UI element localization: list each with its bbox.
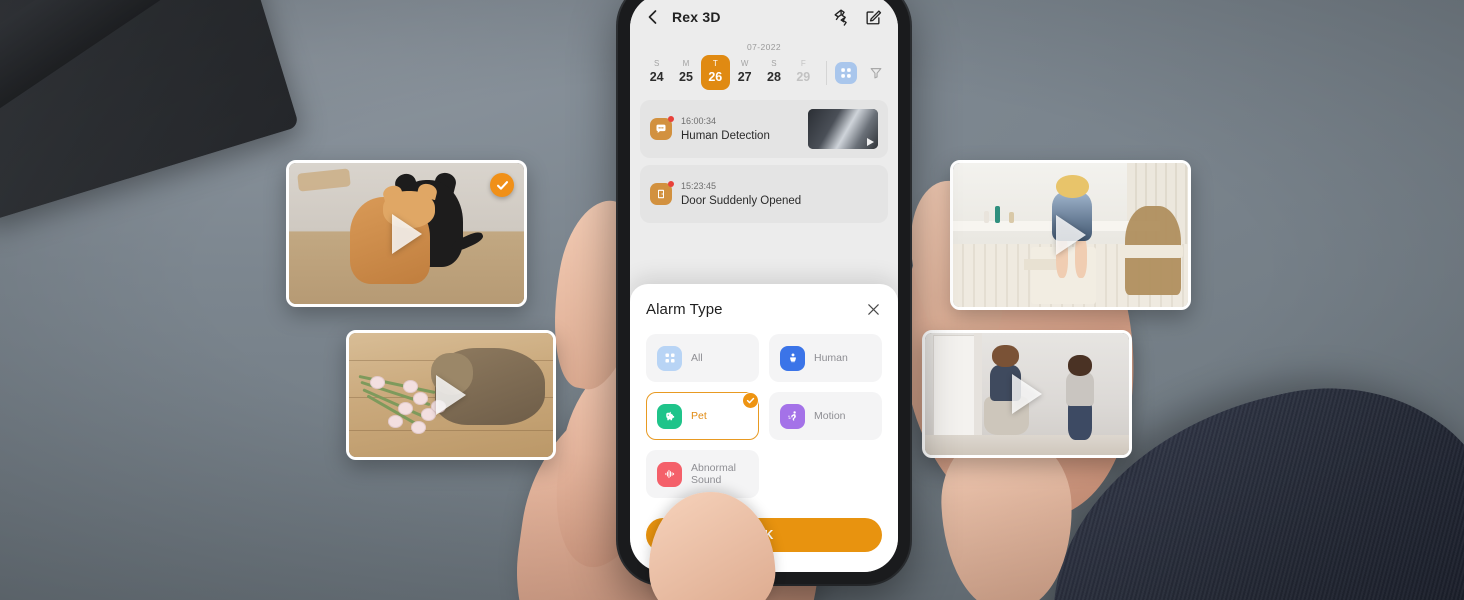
unread-dot	[668, 116, 674, 122]
play-icon[interactable]	[1055, 215, 1086, 255]
page-title: Rex 3D	[672, 9, 721, 25]
kid2-legs	[1067, 401, 1093, 441]
alarm-type-label: Motion	[814, 409, 846, 422]
day-of-week: F	[800, 59, 806, 68]
event-name: Door Suddenly Opened	[681, 194, 802, 207]
day-cell-25[interactable]: M 25	[671, 55, 700, 90]
days-list: S 24 M 25 T 26 W 27 S 28 F 29	[642, 55, 818, 90]
day-of-week: M	[682, 59, 690, 68]
day-number: 28	[767, 70, 781, 84]
date-picker-bar: 07-2022 S 24 M 25 T 26 W 27 S 28 F 29	[630, 40, 898, 100]
media-card-cats[interactable]	[286, 160, 527, 307]
event-name: Human Detection	[681, 129, 770, 142]
phone-screen: Rex 3D 07-2022 S 24 M 25 T 26 W 27 S 28 …	[630, 0, 898, 572]
alarm-type-option-pet[interactable]: Pet	[646, 392, 759, 440]
modal-header: Alarm Type	[646, 300, 882, 318]
event-row-door-opened[interactable]: 15:23:45 Door Suddenly Opened	[640, 165, 888, 223]
kid2-head	[1067, 354, 1093, 376]
day-cell-27[interactable]: W 27	[730, 55, 759, 90]
event-time: 15:23:45	[681, 180, 717, 191]
alarm-type-label: Pet	[691, 409, 707, 422]
running-icon	[780, 403, 805, 429]
event-text: 15:23:45 Door Suddenly Opened	[681, 180, 878, 209]
day-of-week: S	[771, 59, 777, 68]
selected-check-badge	[742, 392, 759, 409]
day-of-week: S	[653, 59, 660, 68]
day-cell-28[interactable]: S 28	[759, 55, 788, 90]
filter-funnel-icon[interactable]	[866, 63, 886, 83]
alarm-type-option-motion[interactable]: Motion	[769, 392, 882, 440]
message-alert-icon	[650, 116, 674, 140]
day-number: 24	[649, 70, 664, 84]
media-card-cat-flowers[interactable]	[346, 330, 556, 460]
chevron-left-icon[interactable]	[644, 8, 662, 26]
day-cell-29-disabled: F 29	[789, 55, 818, 90]
share-icon[interactable]	[830, 6, 852, 28]
unread-dot	[668, 181, 674, 187]
app-header: Rex 3D	[630, 0, 898, 40]
edit-icon[interactable]	[862, 6, 884, 28]
alarm-type-option-human[interactable]: Human	[769, 334, 882, 382]
alarm-type-label: Human	[814, 351, 848, 364]
door-frame	[973, 333, 983, 446]
play-icon[interactable]	[436, 375, 466, 415]
close-icon[interactable]	[864, 300, 882, 318]
days-row: S 24 M 25 T 26 W 27 S 28 F 29	[642, 55, 886, 90]
event-time: 16:00:34	[681, 115, 717, 126]
play-icon[interactable]	[867, 138, 874, 146]
door	[933, 335, 979, 441]
day-number: 27	[737, 70, 752, 84]
modal-title: Alarm Type	[646, 300, 723, 318]
day-number: 26	[708, 70, 723, 84]
day-of-week: W	[740, 59, 749, 68]
month-label: 07-2022	[747, 42, 781, 52]
day-cell-26-selected[interactable]: T 26	[700, 55, 730, 90]
event-row-human-detection[interactable]: 16:00:34 Human Detection	[640, 100, 888, 158]
play-icon[interactable]	[1012, 374, 1042, 414]
door-alert-icon	[650, 181, 674, 205]
kid1-head	[992, 345, 1019, 368]
day-number: 29	[796, 70, 811, 84]
grid-icon	[657, 345, 682, 371]
pet-paw-dog-icon	[657, 403, 682, 429]
phone-device: Rex 3D 07-2022 S 24 M 25 T 26 W 27 S 28 …	[618, 0, 910, 584]
sound-wave-icon	[657, 461, 682, 487]
alarm-type-options: All Human Pet Motion Abnormal Sound	[646, 334, 882, 498]
event-list: 16:00:34 Human Detection 15:23:45 Door S…	[630, 100, 898, 223]
media-card-toddler[interactable]	[950, 160, 1191, 310]
alarm-type-label: Abnormal Sound	[691, 461, 736, 487]
person-icon	[780, 345, 805, 371]
grid-view-toggle[interactable]	[835, 61, 857, 84]
event-thumbnail[interactable]	[808, 109, 878, 149]
kid2-body	[1065, 372, 1095, 407]
alarm-type-option-all[interactable]: All	[646, 334, 759, 382]
chair-seat	[1119, 245, 1184, 259]
day-cell-24[interactable]: S 24	[642, 55, 671, 90]
play-icon[interactable]	[391, 213, 422, 254]
day-of-week: T	[712, 59, 718, 68]
selected-check-badge	[490, 173, 514, 197]
media-card-kids[interactable]	[922, 330, 1132, 458]
divider	[826, 60, 827, 85]
alarm-type-label: All	[691, 351, 703, 364]
floor	[925, 435, 1129, 455]
event-text: 16:00:34 Human Detection	[681, 115, 799, 144]
day-number: 25	[679, 70, 693, 84]
toddler-head	[1056, 174, 1090, 198]
alarm-type-option-abnormal-sound[interactable]: Abnormal Sound	[646, 450, 759, 498]
shelf-shape	[297, 168, 351, 193]
